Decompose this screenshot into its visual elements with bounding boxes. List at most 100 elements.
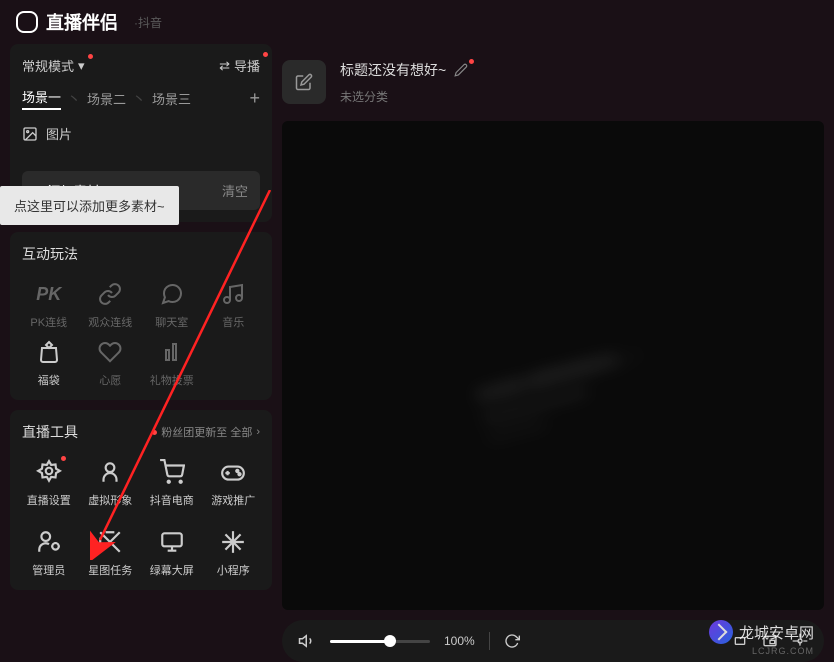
volume-value: 100%: [444, 634, 475, 648]
refresh-button[interactable]: [504, 633, 520, 649]
category-selector[interactable]: 未选分类: [340, 88, 468, 105]
admin-button[interactable]: 管理员: [22, 528, 76, 578]
tools-grid: 直播设置 虚拟形象 抖音电商 游戏推广 管理员 星图任务 绿幕大屏 小程序: [22, 458, 260, 578]
link-icon: [96, 280, 124, 308]
logo-icon: [16, 11, 38, 33]
label: 直播设置: [27, 492, 71, 508]
label: 虚拟形象: [88, 492, 132, 508]
watermark-url: LCJRG.COM: [752, 646, 814, 656]
clear-button[interactable]: 清空: [222, 181, 248, 200]
label: 星图任务: [88, 562, 132, 578]
edit-icon: [295, 73, 313, 91]
gear-icon: [35, 458, 63, 486]
chat-icon: [158, 280, 186, 308]
wish-icon: [96, 338, 124, 366]
label: 小程序: [217, 562, 250, 578]
label: 礼物投票: [150, 372, 194, 388]
mini-icon: [219, 528, 247, 556]
stream-info: 标题还没有想好~ 未选分类: [282, 54, 824, 111]
label: 福袋: [38, 372, 60, 388]
scene-tabs: 场景一 丶 场景二 丶 场景三 +: [22, 87, 260, 110]
pk-icon: PK: [35, 280, 63, 308]
music-button[interactable]: 音乐: [207, 280, 261, 330]
badge-text: 粉丝团更新至 全部: [161, 424, 252, 440]
logo-text: 直播伴侣: [46, 9, 118, 35]
scene-tab-1[interactable]: 场景一: [22, 87, 61, 110]
separator: 丶: [132, 89, 146, 109]
source-item-image[interactable]: 图片: [22, 124, 260, 143]
live-settings-button[interactable]: 直播设置: [22, 458, 76, 508]
preview-content: 未设定装 经营特别特别的长... ♪ ▬▬▬▬▬▬▬▬▬ ▬▬▬▬▬: [473, 298, 824, 610]
watermark-text: 龙城安卓网: [739, 622, 814, 643]
add-scene-button[interactable]: +: [249, 88, 260, 109]
pen-icon: [454, 63, 468, 77]
interaction-title: 互动玩法: [22, 244, 260, 264]
label: 绿幕大屏: [150, 562, 194, 578]
separator: 丶: [67, 89, 81, 109]
edit-title-button[interactable]: [454, 63, 468, 77]
director-toggle[interactable]: ⇄ 导播: [219, 56, 260, 75]
mode-selector[interactable]: 常规模式 ▾: [22, 56, 85, 75]
notification-dot: [263, 52, 268, 57]
volume-button[interactable]: [298, 632, 316, 650]
volume-icon: [298, 632, 316, 650]
notification-dot: [61, 456, 66, 461]
chevron-right-icon: ›: [256, 426, 260, 438]
label: 管理员: [32, 562, 65, 578]
watermark-icon: [709, 620, 733, 644]
volume-fill: [330, 640, 390, 643]
scene-tab-2[interactable]: 场景二: [87, 89, 126, 108]
giftvote-button[interactable]: 礼物投票: [145, 338, 199, 388]
preview-area[interactable]: 未设定装 经营特别特别的长... ♪ ▬▬▬▬▬▬▬▬▬ ▬▬▬▬▬: [282, 121, 824, 610]
luckybag-button[interactable]: 福袋: [22, 338, 76, 388]
swap-icon: ⇄: [219, 58, 230, 74]
label: 心愿: [99, 372, 121, 388]
label: 抖音电商: [150, 492, 194, 508]
gamepad-icon: [219, 458, 247, 486]
stream-title: 标题还没有想好~: [340, 60, 446, 80]
music-icon: [219, 280, 247, 308]
pk-button[interactable]: PK PK连线: [22, 280, 76, 330]
chevron-down-icon: ▾: [78, 58, 85, 74]
avatar-icon: [96, 458, 124, 486]
tools-title: 直播工具: [22, 422, 78, 442]
logo: 直播伴侣 ·抖音: [16, 9, 162, 35]
volume-thumb: [384, 635, 396, 647]
title-line: 标题还没有想好~: [340, 60, 468, 80]
content-area: 标题还没有想好~ 未选分类 未设定装 经营特别特别的长... ♪ ▬▬▬▬▬▬▬…: [282, 44, 834, 662]
volume-slider[interactable]: [330, 640, 430, 643]
edit-cover-button[interactable]: [282, 60, 326, 104]
notification-dot: [88, 54, 93, 59]
app-header: 直播伴侣 ·抖音: [0, 0, 834, 44]
main-layout: 常规模式 ▾ ⇄ 导播 场景一 丶 场景二 丶 场景三 +: [0, 44, 834, 662]
watermark: 龙城安卓网: [709, 620, 814, 644]
notification-dot: [152, 430, 157, 435]
add-source-tooltip: 点这里可以添加更多素材~: [0, 186, 179, 225]
star-icon: [96, 528, 124, 556]
wish-button[interactable]: 心愿: [84, 338, 138, 388]
game-promo-button[interactable]: 游戏推广: [207, 458, 261, 508]
logo-sub: ·抖音: [134, 14, 162, 31]
label: 观众连线: [88, 314, 132, 330]
tools-badge[interactable]: 粉丝团更新至 全部 ›: [152, 424, 260, 440]
avatar-button[interactable]: 虚拟形象: [84, 458, 138, 508]
label: 聊天室: [155, 314, 188, 330]
starmap-button[interactable]: 星图任务: [84, 528, 138, 578]
audience-link-button[interactable]: 观众连线: [84, 280, 138, 330]
image-icon: [22, 126, 38, 142]
greenscreen-button[interactable]: 绿幕大屏: [145, 528, 199, 578]
label: PK连线: [30, 314, 67, 330]
chatroom-button[interactable]: 聊天室: [145, 280, 199, 330]
bag-icon: [35, 338, 63, 366]
admin-icon: [35, 528, 63, 556]
scene-tab-3[interactable]: 场景三: [152, 89, 191, 108]
miniprogram-button[interactable]: 小程序: [207, 528, 261, 578]
sidebar: 常规模式 ▾ ⇄ 导播 场景一 丶 场景二 丶 场景三 +: [0, 44, 282, 662]
notification-dot: [469, 59, 474, 64]
vote-icon: [158, 338, 186, 366]
title-block: 标题还没有想好~ 未选分类: [340, 60, 468, 105]
screen-icon: [158, 528, 186, 556]
tools-header: 直播工具 粉丝团更新至 全部 ›: [22, 422, 260, 442]
label: 游戏推广: [211, 492, 255, 508]
ecommerce-button[interactable]: 抖音电商: [145, 458, 199, 508]
